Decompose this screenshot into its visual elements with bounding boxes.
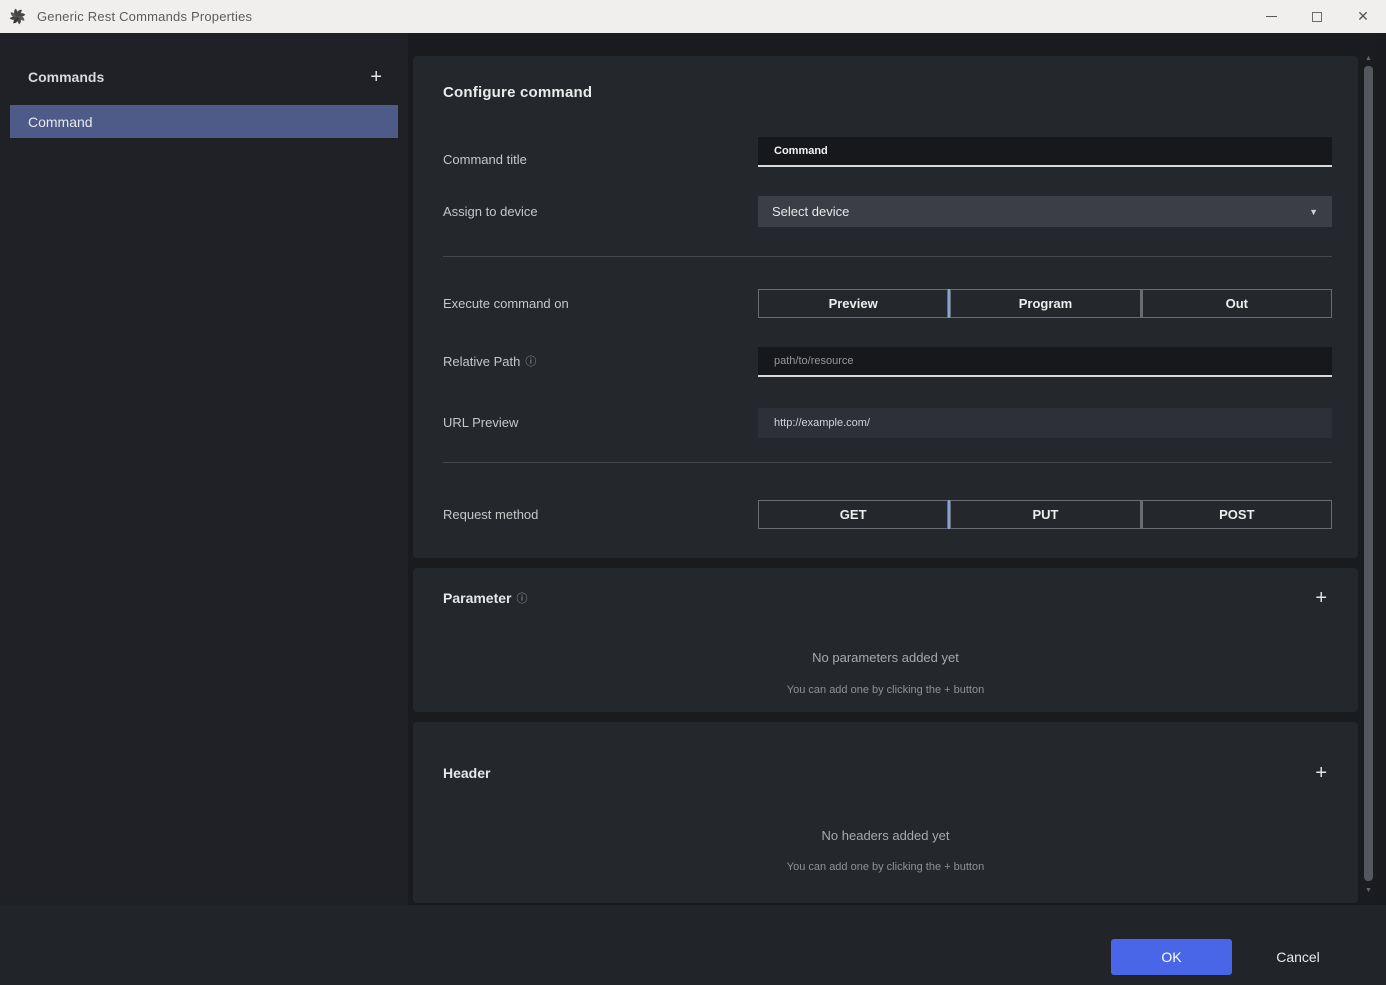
execute-on-segmented: Preview Program Out [758,289,1332,318]
scroll-down-icon[interactable]: ▼ [1360,887,1377,894]
sidebar-header: Commands + [0,49,408,105]
sidebar-item-label: Command [28,114,93,130]
window-title: Generic Rest Commands Properties [37,9,1248,24]
minimize-icon [1266,16,1277,17]
configure-command-card: Configure command Command title Assign t… [413,56,1358,558]
chevron-down-icon: ▼ [1309,207,1318,217]
assign-device-label: Assign to device [443,196,538,227]
header-empty-hint: You can add one by clicking the + button [413,861,1358,873]
info-icon: ⓘ [525,356,536,368]
header-card: Header + No headers added yet You can ad… [413,722,1358,903]
app-logo-icon [8,7,27,26]
header-section-title: Header [443,765,490,781]
request-method-get-button[interactable]: GET [758,500,948,529]
parameter-empty-title: No parameters added yet [413,650,1358,665]
parameter-empty-hint: You can add one by clicking the + button [413,684,1358,696]
assign-device-value: Select device [772,204,849,219]
relative-path-label-text: Relative Path [443,354,520,369]
info-icon: ⓘ [517,593,528,605]
url-preview-value: http://example.com/ [758,408,1332,438]
parameter-card: Parameter ⓘ + No parameters added yet You… [413,568,1358,712]
close-icon: ✕ [1357,8,1369,25]
request-method-segmented: GET PUT POST [758,500,1332,529]
request-method-post-button[interactable]: POST [1142,500,1332,529]
add-parameter-button[interactable]: + [1311,586,1331,610]
execute-on-preview-button[interactable]: Preview [758,289,948,318]
ok-button[interactable]: OK [1111,939,1232,975]
title-bar: Generic Rest Commands Properties ✕ [0,0,1386,33]
window-controls: ✕ [1248,0,1386,33]
commands-sidebar: Commands + Command [0,33,408,905]
dialog-footer: OK Cancel [0,905,1386,985]
request-method-label: Request method [443,500,538,529]
parameter-title: Parameter ⓘ [443,590,528,606]
generic-rest-commands-dialog: { "window": { "title": "Generic Rest Com… [0,0,1386,985]
scrollbar-thumb[interactable] [1364,66,1373,881]
configure-command-title: Configure command [443,84,592,101]
main-scrollbar[interactable]: ▲ ▼ [1360,33,1377,905]
maximize-icon [1312,12,1322,22]
request-method-put-button[interactable]: PUT [950,500,1140,529]
execute-on-out-button[interactable]: Out [1142,289,1332,318]
header-empty-title: No headers added yet [413,828,1358,843]
execute-on-label: Execute command on [443,289,569,318]
cancel-button[interactable]: Cancel [1258,939,1338,975]
command-title-label: Command title [443,145,527,175]
command-title-input[interactable] [758,137,1332,167]
relative-path-input[interactable] [758,347,1332,377]
divider [443,256,1332,257]
relative-path-label: Relative Path ⓘ [443,347,536,377]
parameter-title-text: Parameter [443,590,512,606]
header-section-header: Header + [443,757,1331,789]
add-command-button[interactable]: + [366,65,386,89]
parameter-header: Parameter ⓘ + [443,582,1331,614]
divider [443,462,1332,463]
scroll-up-icon[interactable]: ▲ [1360,55,1377,62]
assign-device-select[interactable]: Select device ▼ [758,196,1332,227]
close-button[interactable]: ✕ [1340,0,1386,33]
sidebar-item-command[interactable]: Command [10,105,398,138]
sidebar-title: Commands [28,69,104,85]
minimize-button[interactable] [1248,0,1294,33]
execute-on-program-button[interactable]: Program [950,289,1140,318]
add-header-button[interactable]: + [1311,761,1331,785]
maximize-button[interactable] [1294,0,1340,33]
url-preview-label: URL Preview [443,408,518,438]
